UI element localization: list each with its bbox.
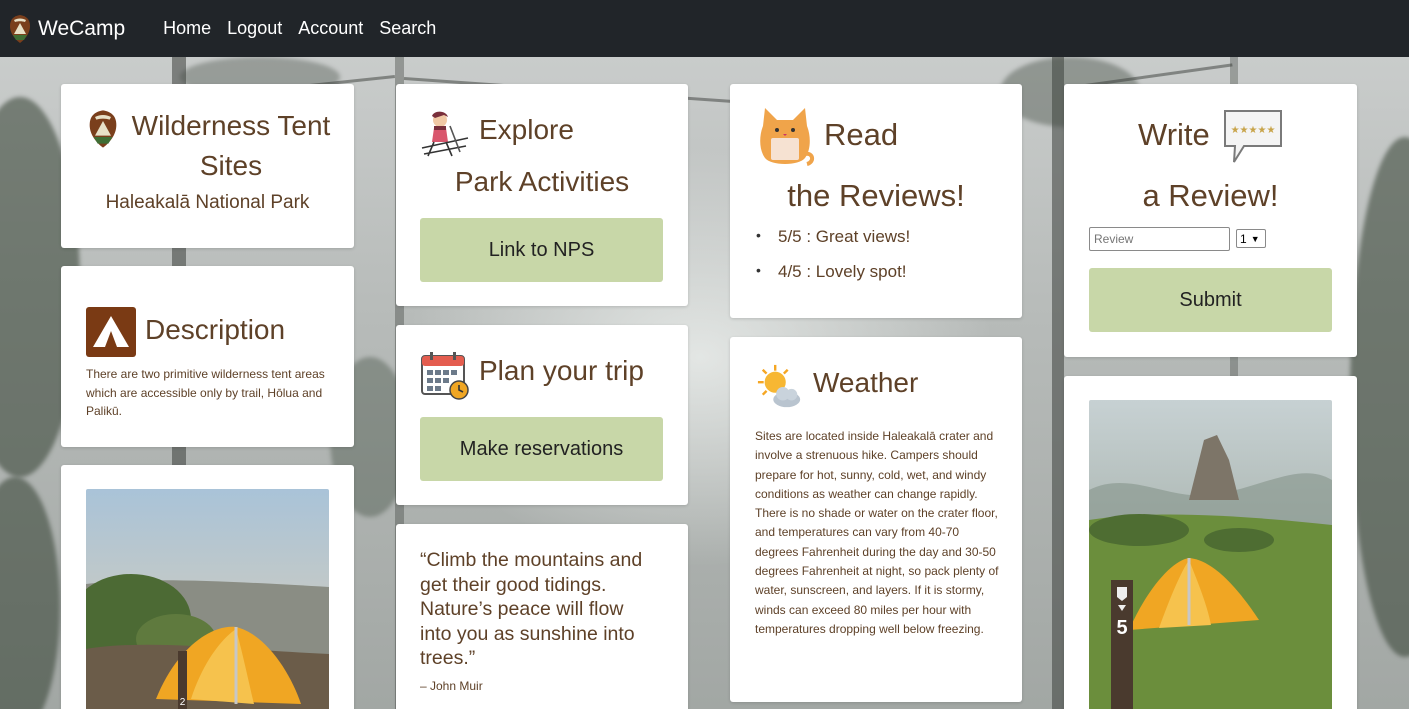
rating-select[interactable]: 1 ▼ bbox=[1236, 229, 1266, 248]
reviews-heading-line1: Read bbox=[824, 117, 899, 152]
campsite-photo-left: 2 bbox=[86, 489, 329, 709]
weather-heading: Weather bbox=[813, 367, 919, 398]
description-card: Description There are two primitive wild… bbox=[61, 266, 354, 447]
reviews-list: 5/5 : Great views! 4/5 : Lovely spot! bbox=[754, 227, 1004, 297]
speech-bubble-stars-icon: ★★★★★ bbox=[1224, 110, 1282, 163]
campsite-photo-right: 5 bbox=[1089, 400, 1332, 709]
navbar: WeCamp Home Logout Account Search bbox=[0, 0, 1409, 57]
explore-card: Explore Park Activities Link to NPS bbox=[396, 84, 688, 306]
quote-card: “Climb the mountains and get their good … bbox=[396, 524, 688, 709]
hiker-icon bbox=[421, 111, 469, 157]
description-text: There are two primitive wilderness tent … bbox=[86, 367, 325, 418]
cat-icon bbox=[760, 108, 814, 166]
quote-text: “Climb the mountains and get their good … bbox=[420, 549, 643, 669]
calendar-icon bbox=[421, 352, 469, 400]
write-review-card: Write ★★★★★ a Review! 1 ▼ Submit bbox=[1064, 84, 1357, 357]
post-number-left: 2 bbox=[180, 697, 186, 708]
chevron-down-icon: ▼ bbox=[1250, 233, 1260, 244]
photo-card-right: 5 bbox=[1064, 376, 1357, 709]
nps-arrowhead-icon bbox=[10, 14, 30, 43]
link-to-nps-button[interactable]: Link to NPS bbox=[420, 218, 663, 282]
submit-button[interactable]: Submit bbox=[1089, 268, 1332, 332]
nav-logout[interactable]: Logout bbox=[227, 18, 282, 39]
write-heading-line2: a Review! bbox=[1142, 178, 1279, 213]
post-number-right: 5 bbox=[1116, 617, 1127, 639]
reviews-heading-line2: the Reviews! bbox=[787, 178, 965, 213]
nav-search[interactable]: Search bbox=[379, 18, 436, 39]
description-heading: Description bbox=[145, 314, 286, 345]
list-item: 5/5 : Great views! bbox=[754, 227, 1004, 247]
partly-sunny-icon bbox=[757, 364, 801, 408]
nav-home[interactable]: Home bbox=[163, 18, 211, 39]
page-title: Wilderness Tent Sites bbox=[131, 110, 331, 181]
list-item: 4/5 : Lovely spot! bbox=[754, 262, 1004, 282]
quote-author: – John Muir bbox=[420, 679, 483, 693]
make-reservations-button[interactable]: Make reservations bbox=[420, 417, 663, 481]
nav-account[interactable]: Account bbox=[298, 18, 363, 39]
explore-heading-line2: Park Activities bbox=[454, 166, 630, 197]
explore-heading-line1: Explore bbox=[479, 114, 574, 145]
photo-card-left: 2 bbox=[61, 465, 354, 709]
brand[interactable]: WeCamp bbox=[8, 14, 125, 44]
tent-icon bbox=[86, 307, 136, 357]
plan-heading: Plan your trip bbox=[479, 355, 644, 386]
plan-card: Plan your trip Make reservations bbox=[396, 325, 688, 505]
brand-name: WeCamp bbox=[38, 16, 126, 40]
rating-value: 1 bbox=[1240, 231, 1247, 246]
weather-text: Sites are located inside Haleakalā crate… bbox=[755, 429, 999, 636]
park-subtitle: Haleakalā National Park bbox=[105, 192, 310, 213]
title-card: Wilderness Tent Sites Haleakalā National… bbox=[61, 84, 354, 248]
nps-arrowhead-icon bbox=[89, 110, 117, 148]
svg-text:★★★★★: ★★★★★ bbox=[1231, 125, 1276, 136]
reviews-card: Read the Reviews! 5/5 : Great views! 4/5… bbox=[730, 84, 1022, 318]
write-heading-line1: Write bbox=[1138, 117, 1210, 152]
weather-card: Weather Sites are located inside Haleaka… bbox=[730, 337, 1022, 702]
review-input[interactable] bbox=[1089, 227, 1230, 251]
